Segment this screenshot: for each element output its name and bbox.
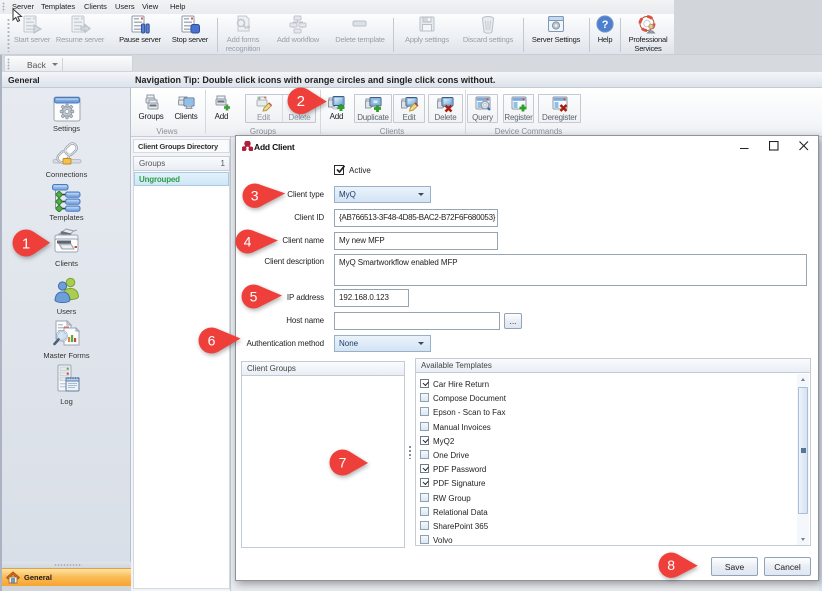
svg-text:2: 2	[297, 93, 305, 110]
svg-text:8: 8	[667, 557, 675, 573]
svg-text:?: ?	[602, 19, 609, 31]
svg-text:4: 4	[244, 234, 252, 250]
svg-text:3: 3	[251, 187, 259, 203]
svg-text:7: 7	[339, 455, 347, 471]
svg-text:6: 6	[207, 332, 215, 348]
svg-text:1: 1	[21, 235, 29, 252]
svg-text:5: 5	[250, 288, 258, 304]
